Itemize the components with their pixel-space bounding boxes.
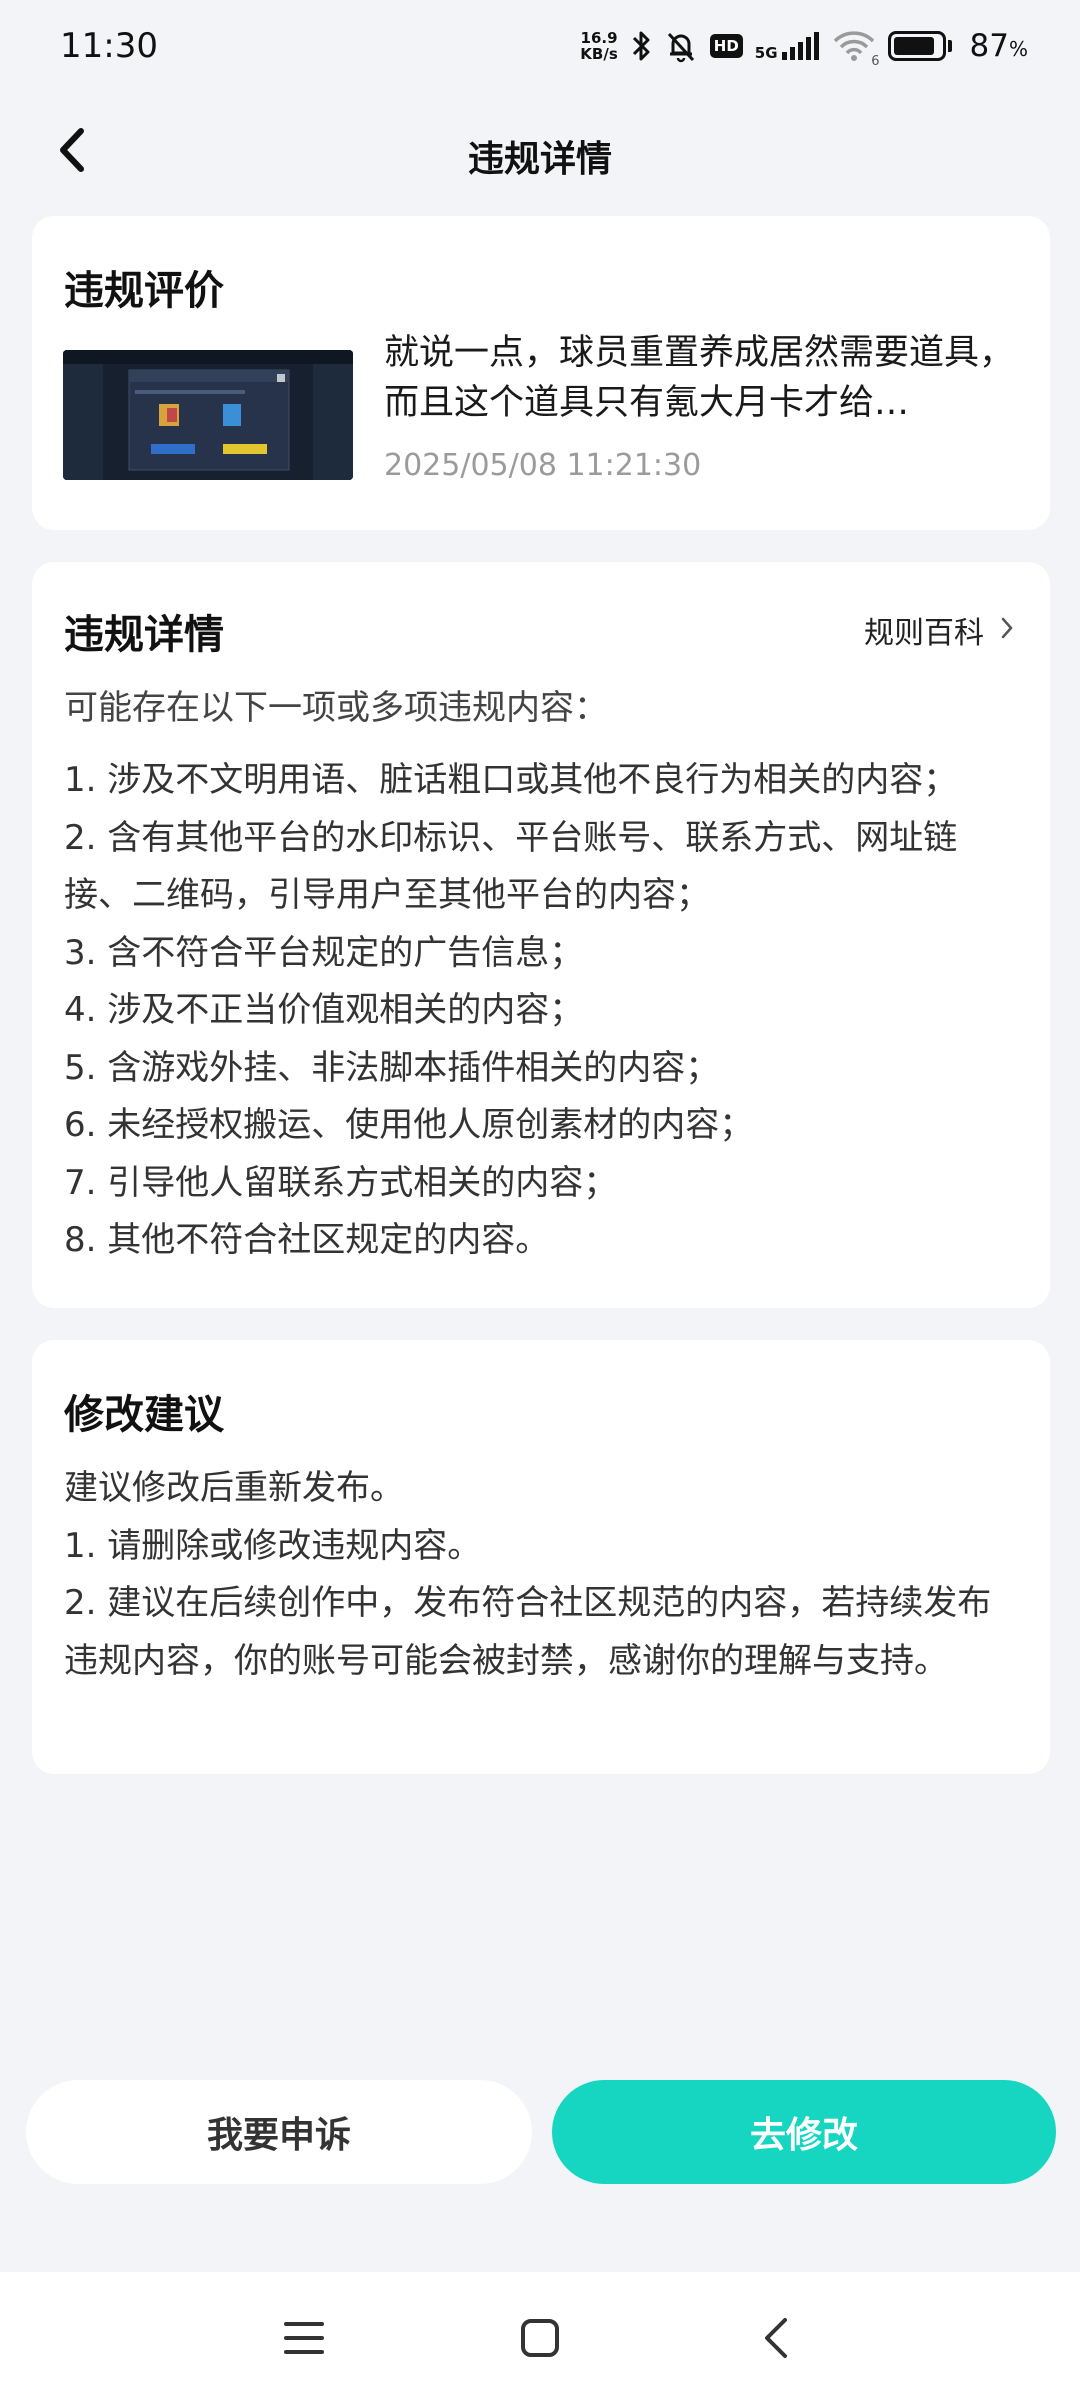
violation-item: 6. 未经授权搬运、使用他人原创素材的内容； (64, 1105, 754, 1145)
hd-icon: HD (709, 34, 743, 58)
status-icons: 16.9 KB/s HD 5G 6 87% (580, 28, 1028, 69)
page-title: 违规详情 (467, 139, 612, 180)
appeal-button[interactable]: 我要申诉 (26, 2080, 532, 2184)
status-time: 11:30 (60, 26, 158, 66)
back-nav-icon[interactable] (746, 2308, 806, 2368)
suggestion-line: 1. 请删除或修改违规内容。 (64, 1525, 482, 1566)
signal-icon: 5G (754, 32, 820, 62)
system-nav-bar (0, 2272, 1080, 2400)
suggestion-line: 建议修改后重新发布。 (64, 1468, 404, 1508)
status-bar: 11:30 16.9 KB/s HD 5G 6 87% (0, 0, 1080, 92)
net-speed: 16.9 KB/s (580, 30, 617, 62)
evaluation-title: 违规评价 (64, 268, 224, 314)
network-type: 5G (754, 44, 778, 62)
details-card: 违规详情 规则百科 可能存在以下一项或多项违规内容： 1. 涉及不文明用语、脏话… (32, 562, 1050, 1308)
battery-fill (893, 37, 934, 55)
net-speed-unit: KB/s (580, 45, 618, 63)
violation-item: 5. 含游戏外挂、非法脚本插件相关的内容； (64, 1047, 720, 1088)
rules-wiki-link[interactable]: 规则百科 (864, 608, 1014, 652)
wifi-badge: 6 (871, 54, 880, 69)
violation-item: 4. 涉及不正当价值观相关的内容； (64, 990, 584, 1030)
wifi-icon: 6 (832, 29, 880, 69)
violation-item: 7. 引导他人留联系方式相关的内容； (64, 1162, 618, 1203)
chevron-right-icon (1000, 613, 1014, 648)
mute-bell-icon (664, 29, 698, 63)
bluetooth-icon (630, 29, 652, 63)
suggestion-card: 修改建议 建议修改后重新发布。 1. 请删除或修改违规内容。 2. 建议在后续创… (32, 1340, 1050, 1774)
details-intro: 可能存在以下一项或多项违规内容： (64, 688, 608, 728)
violation-item: 3. 含不符合平台规定的广告信息； (64, 932, 584, 973)
violation-item: 2. 含有其他平台的水印标识、平台账号、联系方式、网址链接、二维码，引导用户至其… (64, 817, 958, 916)
post-time: 2025/05/08 11:21:30 (384, 448, 702, 483)
suggestion-line: 2. 建议在后续创作中，发布符合社区规范的内容，若持续发布违规内容，你的账号可能… (64, 1583, 992, 1681)
edit-button[interactable]: 去修改 (552, 2080, 1056, 2184)
home-square-icon[interactable] (510, 2308, 570, 2368)
post-thumbnail[interactable] (63, 350, 353, 480)
battery-percent: 87% (969, 28, 1028, 64)
rules-wiki-label: 规则百科 (864, 616, 984, 651)
post-text[interactable]: 就说一点，球员重置养成居然需要道具，而且这个道具只有氪大月卡才给… (384, 328, 1034, 428)
details-title: 违规详情 (64, 612, 224, 658)
nav-header: 违规详情 (0, 92, 1080, 212)
suggestion-list: 建议修改后重新发布。 1. 请删除或修改违规内容。 2. 建议在后续创作中，发布… (64, 1460, 1024, 1690)
violation-list: 1. 涉及不文明用语、脏话粗口或其他不良行为相关的内容； 2. 含有其他平台的水… (64, 752, 1024, 1270)
battery-icon (887, 31, 952, 61)
evaluation-card: 违规评价 就说一点，球员重置养成居然需要道具，而且这个道具只有氪大月卡才给… 2… (32, 216, 1050, 530)
menu-icon[interactable] (274, 2308, 334, 2368)
suggestion-title: 修改建议 (64, 1392, 224, 1438)
violation-item: 8. 其他不符合社区规定的内容。 (64, 1220, 550, 1260)
violation-item: 1. 涉及不文明用语、脏话粗口或其他不良行为相关的内容； (64, 760, 958, 800)
net-speed-value: 16.9 (580, 29, 618, 47)
